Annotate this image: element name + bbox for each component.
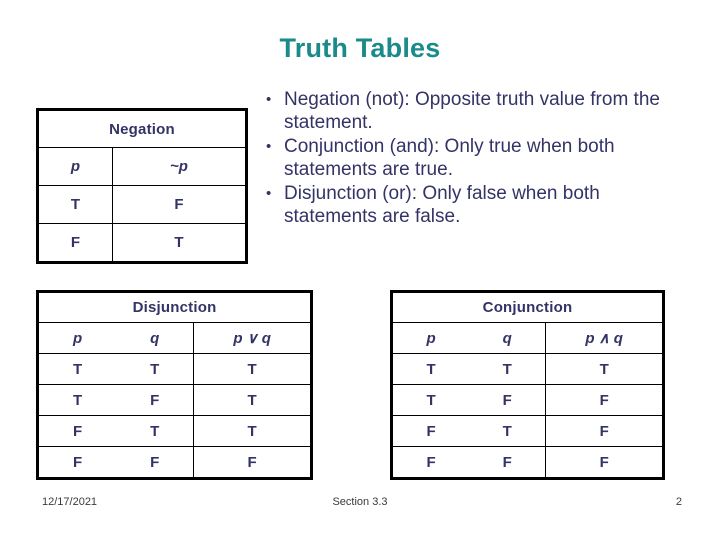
table-header-row: Disjunction xyxy=(37,291,312,323)
disjunction-header-q: q xyxy=(116,322,195,354)
list-item: • Conjunction (and): Only true when both… xyxy=(262,135,674,181)
conjunction-cell-r2c2: F xyxy=(545,415,664,447)
conjunction-table-title: Conjunction xyxy=(391,291,664,323)
table-row: F T F xyxy=(391,415,664,447)
conjunction-truth-table: Conjunction p q p ∧ q T T T T F F F T F … xyxy=(390,290,665,480)
conjunction-cell-r1c2: F xyxy=(545,384,664,416)
table-row: T F F xyxy=(391,384,664,416)
negation-cell-r1c0: F xyxy=(36,223,114,263)
disjunction-truth-table: Disjunction p q p ∨ q T T T T F T F T T … xyxy=(36,290,313,480)
disjunction-cell-r0c0: T xyxy=(37,353,117,385)
conjunction-header-p: p xyxy=(391,322,470,354)
conjunction-cell-r2c1: T xyxy=(469,415,547,447)
conjunction-cell-r3c2: F xyxy=(545,446,664,479)
table-header-row: Negation xyxy=(37,109,247,148)
conjunction-header-p-and-q: p ∧ q xyxy=(545,322,664,354)
table-row: T T T xyxy=(37,353,312,385)
negation-cell-r1c1: T xyxy=(112,223,247,263)
slide-footer: 12/17/2021 Section 3.3 2 xyxy=(0,496,720,514)
table-row: T F T xyxy=(37,384,312,416)
table-row: F F F xyxy=(391,446,664,479)
bullet-icon: • xyxy=(266,185,272,202)
disjunction-cell-r0c2: T xyxy=(193,353,312,385)
bullet-icon: • xyxy=(266,91,272,108)
list-item: • Negation (not): Opposite truth value f… xyxy=(262,88,674,134)
list-item-label: Conjunction (and): Only true when both s… xyxy=(284,136,615,180)
table-column-header-row: p q p ∧ q xyxy=(391,322,664,354)
conjunction-cell-r1c1: F xyxy=(469,384,547,416)
disjunction-cell-r3c2: F xyxy=(193,446,312,479)
conjunction-cell-r3c1: F xyxy=(469,446,547,479)
negation-table-title: Negation xyxy=(37,109,247,148)
disjunction-header-p: p xyxy=(37,322,117,354)
disjunction-cell-r3c0: F xyxy=(37,446,117,479)
page-title: Truth Tables xyxy=(279,33,441,63)
definitions-bullet-list: • Negation (not): Opposite truth value f… xyxy=(262,88,674,229)
disjunction-cell-r1c0: T xyxy=(37,384,117,416)
negation-header-not-p: ~p xyxy=(112,147,247,186)
table-column-header-row: p q p ∨ q xyxy=(37,322,312,354)
list-item-label: Disjunction (or): Only false when both s… xyxy=(284,183,600,227)
conjunction-cell-r0c0: T xyxy=(391,353,470,385)
disjunction-cell-r3c1: F xyxy=(116,446,195,479)
table-row: T T T xyxy=(391,353,664,385)
negation-truth-table: Negation p ~p T F F T xyxy=(36,108,248,264)
negation-header-p: p xyxy=(36,147,114,186)
disjunction-cell-r2c2: T xyxy=(193,415,312,447)
conjunction-cell-r1c0: T xyxy=(391,384,470,416)
list-item: • Disjunction (or): Only false when both… xyxy=(262,182,674,228)
disjunction-header-p-or-q: p ∨ q xyxy=(193,322,312,354)
table-row: F F F xyxy=(37,446,312,479)
table-header-row: Conjunction xyxy=(391,291,664,323)
table-column-header-row: p ~p xyxy=(36,147,247,186)
negation-cell-r0c1: F xyxy=(112,185,247,224)
conjunction-cell-r0c2: T xyxy=(545,353,664,385)
conjunction-cell-r2c0: F xyxy=(391,415,470,447)
conjunction-cell-r3c0: F xyxy=(391,446,470,479)
footer-page-number: 2 xyxy=(675,496,682,508)
disjunction-cell-r0c1: T xyxy=(116,353,195,385)
table-row: F T T xyxy=(37,415,312,447)
table-row: T F xyxy=(36,185,247,224)
table-row: F T xyxy=(36,223,247,263)
conjunction-header-q: q xyxy=(469,322,547,354)
conjunction-cell-r0c1: T xyxy=(469,353,547,385)
disjunction-cell-r1c2: T xyxy=(193,384,312,416)
footer-section-label: Section 3.3 xyxy=(332,496,388,508)
negation-cell-r0c0: T xyxy=(36,185,114,224)
disjunction-cell-r2c1: T xyxy=(116,415,195,447)
list-item-label: Negation (not): Opposite truth value fro… xyxy=(284,89,660,133)
disjunction-cell-r1c1: F xyxy=(116,384,195,416)
disjunction-cell-r2c0: F xyxy=(37,415,117,447)
bullet-icon: • xyxy=(266,138,272,155)
disjunction-table-title: Disjunction xyxy=(37,291,312,323)
